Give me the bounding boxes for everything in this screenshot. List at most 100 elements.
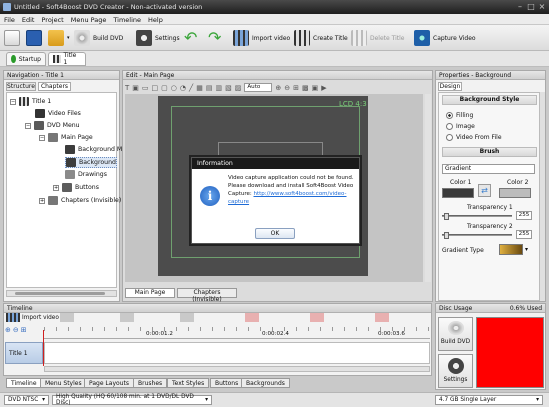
download-link-cont[interactable]: capture <box>228 198 358 206</box>
radio-image[interactable]: Image <box>446 123 475 130</box>
tab-main-page[interactable]: Main Page <box>125 288 175 298</box>
expand-icon[interactable]: + <box>53 184 59 191</box>
disc-type-select[interactable]: 4.7 GB Single Layer ▾ <box>435 395 543 405</box>
send-back-icon[interactable]: ▥ <box>215 84 222 92</box>
button-tool-icon[interactable]: ▦ <box>196 84 203 92</box>
collapse-icon[interactable]: − <box>25 122 31 129</box>
expand-icon[interactable]: + <box>39 197 45 204</box>
tree-item-title1[interactable]: − Title 1 <box>10 97 51 106</box>
tab-page-layouts[interactable]: Page Layouts <box>84 378 134 388</box>
brush-type-select[interactable]: Gradient <box>442 164 535 174</box>
tab-structure[interactable]: Structure <box>6 82 36 91</box>
tree-item-buttons[interactable]: + Buttons <box>53 183 99 192</box>
collapse-icon[interactable]: − <box>39 134 45 141</box>
project-button[interactable]: ▾ <box>48 28 70 48</box>
tree-item-main-page[interactable]: − Main Page <box>39 133 93 142</box>
create-title-button[interactable]: Create Title <box>294 28 348 48</box>
tab-text-styles[interactable]: Text Styles <box>167 378 210 388</box>
close-icon[interactable]: × <box>537 2 547 12</box>
timeline-tool-6[interactable] <box>375 313 389 322</box>
swap-colors-icon[interactable]: ⇄ <box>478 184 491 197</box>
disc-settings-button[interactable]: Settings <box>438 354 473 388</box>
grid-icon[interactable]: ▩ <box>302 84 309 92</box>
align-icon[interactable]: ▧ <box>225 84 232 92</box>
image-tool-icon[interactable]: ▣ <box>132 84 139 92</box>
tab-chapters-invisible[interactable]: Chapters (Invisible) <box>177 288 237 303</box>
line-icon[interactable]: ╱ <box>189 84 193 92</box>
zoom-out-icon[interactable]: ⊖ <box>13 326 19 334</box>
preview-icon[interactable]: ▶ <box>321 84 326 92</box>
tab-design[interactable]: Design <box>438 82 462 91</box>
radio-video-from-file[interactable]: Video From File <box>446 134 502 141</box>
zoom-out-icon[interactable]: ⊖ <box>284 84 290 92</box>
playhead[interactable] <box>43 330 44 366</box>
tree-item-dvd-menu[interactable]: − DVD Menu <box>25 121 80 130</box>
nav-scrollbar[interactable] <box>6 290 117 297</box>
tree-item-drawings[interactable]: Drawings <box>65 170 107 179</box>
scrollbar-thumb[interactable] <box>15 292 105 295</box>
zoom-in-icon[interactable]: ⊕ <box>275 84 281 92</box>
tab-title1[interactable]: Title 1 <box>48 52 86 66</box>
collapse-icon[interactable]: − <box>10 98 16 105</box>
transparency2-slider[interactable] <box>442 232 512 239</box>
tree-item-background[interactable]: Background <box>65 157 117 168</box>
properties-scrollbar[interactable] <box>540 92 545 301</box>
disc-build-dvd-button[interactable]: Build DVD <box>438 317 473 351</box>
menu-menu-page[interactable]: Menu Page <box>67 14 110 24</box>
timeline-track[interactable] <box>44 342 430 364</box>
safe-area-icon[interactable]: ▣ <box>312 84 319 92</box>
save-button[interactable] <box>26 28 42 48</box>
undo-button[interactable]: ↶ <box>184 28 200 48</box>
maximize-icon[interactable]: □ <box>526 2 536 12</box>
capture-video-button[interactable]: Capture Video <box>414 28 476 48</box>
fit-icon[interactable]: ⊞ <box>21 326 27 334</box>
text-tool-icon[interactable]: T <box>125 84 129 92</box>
new-button[interactable] <box>4 28 20 48</box>
format-select[interactable]: DVD NTSC ▾ <box>4 395 49 405</box>
timeline-import-button[interactable]: Import video <box>6 313 59 322</box>
chevron-down-icon[interactable]: ▾ <box>525 246 528 253</box>
menu-help[interactable]: Help <box>144 14 166 24</box>
timeline-scrollbar[interactable] <box>44 366 430 372</box>
settings-button[interactable]: Settings <box>136 28 180 48</box>
group-icon[interactable]: ▨ <box>235 84 242 92</box>
color1-picker[interactable] <box>442 188 474 198</box>
gradient-type-picker[interactable] <box>499 244 523 255</box>
ellipse-icon[interactable]: ○ <box>171 84 177 92</box>
timeline-tool-5[interactable] <box>310 313 324 322</box>
timeline-track-label[interactable]: Title 1 <box>5 342 43 364</box>
tab-brushes[interactable]: Brushes <box>133 378 168 388</box>
timeline-tool-2[interactable] <box>120 313 134 322</box>
slider-thumb[interactable] <box>444 232 449 239</box>
zoom-in-icon[interactable]: ⊕ <box>5 326 11 334</box>
zoom-select[interactable]: Auto <box>244 83 273 92</box>
tab-buttons[interactable]: Buttons <box>210 378 244 388</box>
tab-startup[interactable]: Startup <box>6 52 46 66</box>
timeline-tool-1[interactable] <box>60 313 74 322</box>
build-dvd-button[interactable]: Build DVD <box>74 28 123 48</box>
minimize-icon[interactable]: – <box>515 2 525 12</box>
tree-item-video-files[interactable]: Video Files <box>35 109 81 118</box>
transparency2-value[interactable]: 255 <box>516 230 532 239</box>
menu-edit[interactable]: Edit <box>18 14 38 24</box>
tab-backgrounds[interactable]: Backgrounds <box>241 378 290 388</box>
pie-icon[interactable]: ◔ <box>180 84 186 92</box>
tab-chapters[interactable]: Chapters <box>38 82 71 91</box>
delete-title-button[interactable]: Delete Title <box>351 28 404 48</box>
redo-button[interactable]: ↷ <box>208 28 224 48</box>
menu-timeline[interactable]: Timeline <box>109 14 144 24</box>
rounded-rect-icon[interactable]: ▢ <box>161 84 168 92</box>
download-link[interactable]: http://www.soft4boost.com/video- <box>253 191 346 197</box>
transparency1-value[interactable]: 255 <box>516 211 532 220</box>
ok-button[interactable]: OK <box>255 228 295 239</box>
timeline-tool-4[interactable] <box>245 313 259 322</box>
rect-tool-icon[interactable]: □ <box>152 84 159 92</box>
video-tool-icon[interactable]: ▭ <box>142 84 149 92</box>
menu-project[interactable]: Project <box>37 14 66 24</box>
tab-timeline[interactable]: Timeline <box>6 378 42 388</box>
tree-item-background-m[interactable]: Background M <box>65 145 122 154</box>
canvas-vscroll[interactable] <box>425 94 431 282</box>
tree-item-chapters[interactable]: + Chapters (Invisible) <box>39 196 121 205</box>
slider-thumb[interactable] <box>444 213 449 220</box>
bring-front-icon[interactable]: ▤ <box>206 84 213 92</box>
